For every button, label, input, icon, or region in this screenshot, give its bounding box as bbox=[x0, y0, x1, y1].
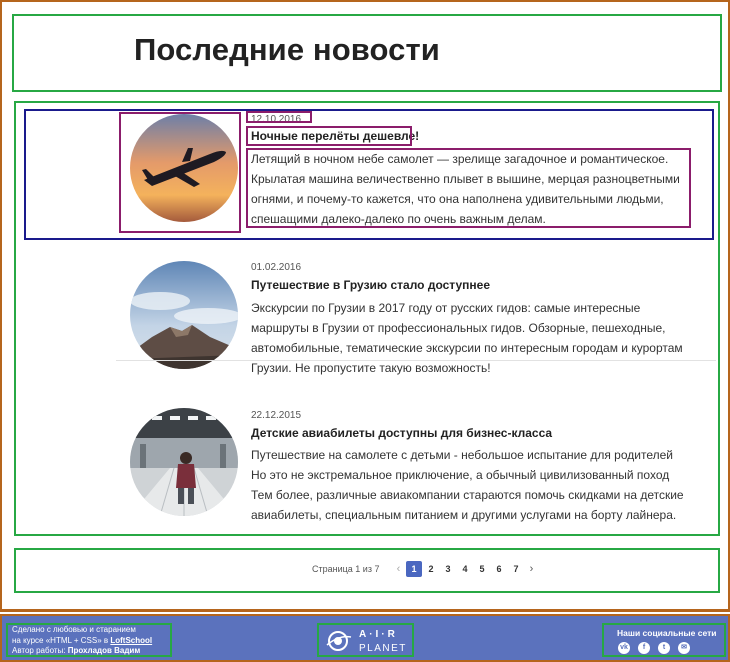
news-title[interactable]: Ночные перелёты дешевле! bbox=[251, 129, 419, 143]
news-text: Путешествие на самолете с детьми - небол… bbox=[251, 448, 684, 522]
page-3-button[interactable]: 3 bbox=[440, 561, 456, 577]
news-list: 12.10.2016 Ночные перелёты дешевле! Летя… bbox=[14, 101, 720, 536]
credit-line-1: Сделано с любовью и старанием bbox=[12, 625, 136, 634]
page-7-button[interactable]: 7 bbox=[508, 561, 524, 577]
footer-credits: Сделано с любовью и старанием на курсе «… bbox=[6, 623, 172, 657]
header: Последние новости bbox=[12, 14, 722, 92]
airport-child-image bbox=[130, 408, 238, 516]
page-4-button[interactable]: 4 bbox=[457, 561, 473, 577]
planet-logo-icon bbox=[326, 631, 352, 651]
news-thumbnail[interactable] bbox=[130, 408, 238, 516]
footer-social: Наши социальные сети vk f t ✉ bbox=[602, 623, 726, 657]
news-date: 22.12.2015 bbox=[251, 410, 302, 421]
news-thumbnail[interactable] bbox=[130, 261, 238, 369]
social-icons: vk f t ✉ bbox=[618, 642, 698, 654]
chevron-right-icon[interactable]: › bbox=[524, 563, 538, 575]
credit-line-3: Автор работы: Прохладов Вадим bbox=[12, 646, 170, 655]
email-icon[interactable]: ✉ bbox=[678, 642, 690, 654]
page-6-button[interactable]: 6 bbox=[491, 561, 507, 577]
twitter-icon[interactable]: t bbox=[658, 642, 670, 654]
facebook-icon[interactable]: f bbox=[638, 642, 650, 654]
news-text: Летящий в ночном небе самолет — зрелище … bbox=[251, 152, 680, 226]
news-item[interactable]: 01.02.2016 Путешествие в Грузию стало до… bbox=[16, 247, 722, 387]
news-text: Экскурсии по Грузии в 2017 году от русск… bbox=[251, 301, 683, 375]
credit-course: на курсе «HTML + CSS» в bbox=[12, 635, 111, 645]
vk-icon[interactable]: vk bbox=[618, 642, 630, 654]
news-title[interactable]: Детские авиабилеты доступны для бизнес-к… bbox=[251, 426, 552, 440]
page-title: Последние новости bbox=[134, 32, 440, 67]
news-thumbnail[interactable] bbox=[130, 114, 238, 222]
pagination-section: Страница 1 из 7 ‹ 1 2 3 4 5 6 7 › bbox=[14, 548, 720, 593]
credit-author: Прохладов Вадим bbox=[67, 646, 141, 655]
logo-text-air: A·I·R bbox=[359, 629, 398, 640]
news-date: 12.10.2016 bbox=[251, 114, 302, 125]
page-2-button[interactable]: 2 bbox=[423, 561, 439, 577]
news-item[interactable]: 12.10.2016 Ночные перелёты дешевле! Летя… bbox=[16, 103, 722, 243]
credit-line-2: на курсе «HTML + CSS» в LoftSchool bbox=[12, 636, 170, 647]
page-5-button[interactable]: 5 bbox=[474, 561, 490, 577]
airplane-image bbox=[130, 114, 238, 222]
logo-text-planet: PLANET bbox=[359, 643, 407, 654]
social-title: Наши социальные сети bbox=[617, 628, 717, 638]
footer: Сделано с любовью и старанием на курсе «… bbox=[0, 614, 730, 662]
chevron-left-icon[interactable]: ‹ bbox=[391, 563, 405, 575]
loftschool-link[interactable]: LoftSchool bbox=[110, 636, 152, 645]
credit-author-label: Автор работы: bbox=[12, 646, 68, 655]
page-1-button[interactable]: 1 bbox=[405, 560, 422, 577]
pagination: Страница 1 из 7 ‹ 1 2 3 4 5 6 7 › bbox=[312, 560, 538, 577]
pagination-label: Страница 1 из 7 bbox=[312, 563, 380, 574]
news-date: 01.02.2016 bbox=[251, 262, 302, 273]
news-item[interactable]: 22.12.2015 Детские авиабилеты доступны д… bbox=[16, 399, 722, 534]
footer-logo[interactable]: A·I·R PLANET bbox=[317, 623, 414, 657]
news-divider bbox=[116, 360, 716, 361]
news-title[interactable]: Путешествие в Грузию стало доступнее bbox=[251, 278, 490, 292]
mountain-image bbox=[130, 261, 238, 369]
